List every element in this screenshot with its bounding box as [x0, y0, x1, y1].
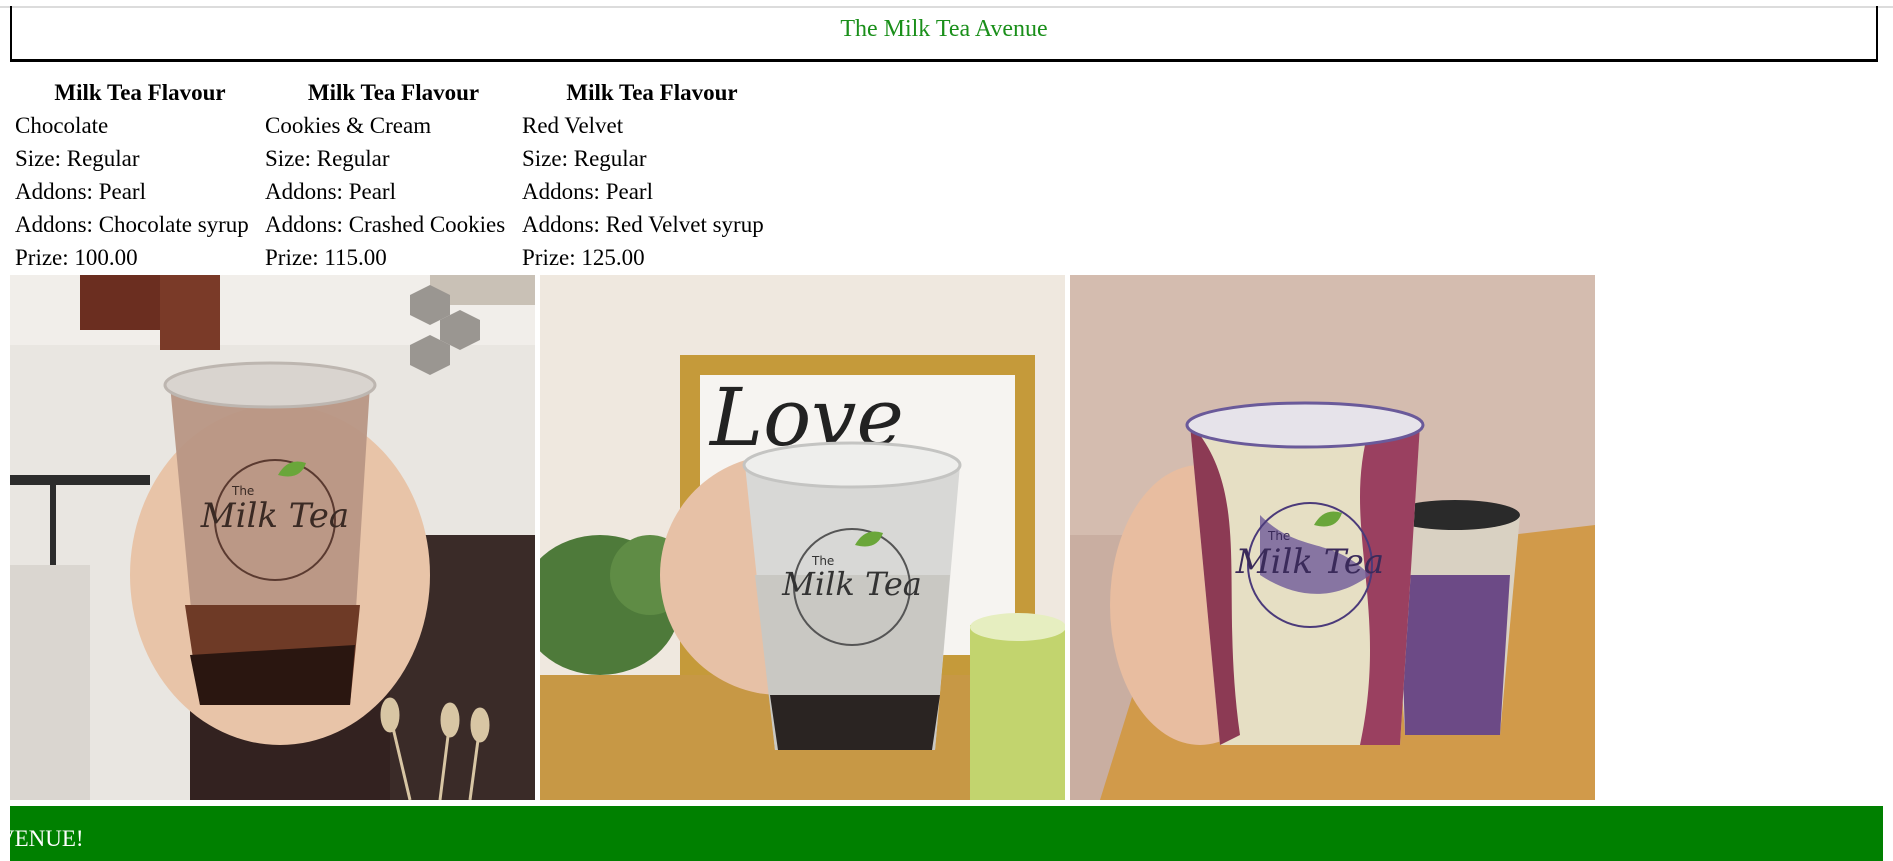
column-heading: Milk Tea Flavour — [54, 80, 226, 105]
price-label: Prize: 115.00 — [265, 245, 387, 270]
size-label: Size: Regular — [265, 146, 390, 171]
addon-label: Addons: Pearl — [265, 179, 396, 204]
svg-text:Milk Tea: Milk Tea — [200, 496, 349, 536]
column-heading: Milk Tea Flavour — [566, 80, 738, 105]
svg-text:The: The — [231, 484, 254, 498]
column-heading: Milk Tea Flavour — [307, 80, 480, 105]
flavour-name: Chocolate — [15, 113, 109, 138]
size-label: Size: Regular — [522, 146, 647, 171]
menu-item-cookies-cream: Milk Tea Flavour Cookies & Cream Size: R… — [265, 76, 522, 274]
menu-item-red-velvet: Milk Tea Flavour Red Velvet Size: Regula… — [522, 76, 782, 274]
size-label: Size: Regular — [15, 146, 140, 171]
menu-item-chocolate: Milk Tea Flavour Chocolate Size: Regular… — [15, 76, 265, 274]
page-header: The Milk Tea Avenue — [10, 6, 1878, 62]
price-label: Prize: 100.00 — [15, 245, 138, 270]
cookies-cream-photo: Love Milk Tea The — [540, 275, 1065, 800]
footer-marquee-text: VENUE! — [10, 826, 84, 851]
svg-text:The: The — [1267, 529, 1290, 543]
addon-label: Addons: Chocolate syrup — [15, 212, 249, 237]
addon-label: Addons: Crashed Cookies — [265, 212, 506, 237]
svg-text:Milk Tea: Milk Tea — [781, 565, 922, 603]
price-label: Prize: 125.00 — [522, 245, 645, 270]
red-velvet-photo: Milk Tea The — [1070, 275, 1595, 800]
chocolate-photo: Milk Tea The — [10, 275, 535, 800]
addon-label: Addons: Pearl — [522, 179, 653, 204]
footer-banner: VENUE! — [10, 806, 1883, 861]
svg-text:The: The — [811, 554, 834, 568]
page-title: The Milk Tea Avenue — [840, 16, 1048, 42]
svg-text:Milk Tea: Milk Tea — [1235, 542, 1384, 582]
flavour-name: Red Velvet — [522, 113, 624, 138]
addon-label: Addons: Red Velvet syrup — [522, 212, 764, 237]
flavour-name: Cookies & Cream — [265, 113, 432, 138]
addon-label: Addons: Pearl — [15, 179, 146, 204]
